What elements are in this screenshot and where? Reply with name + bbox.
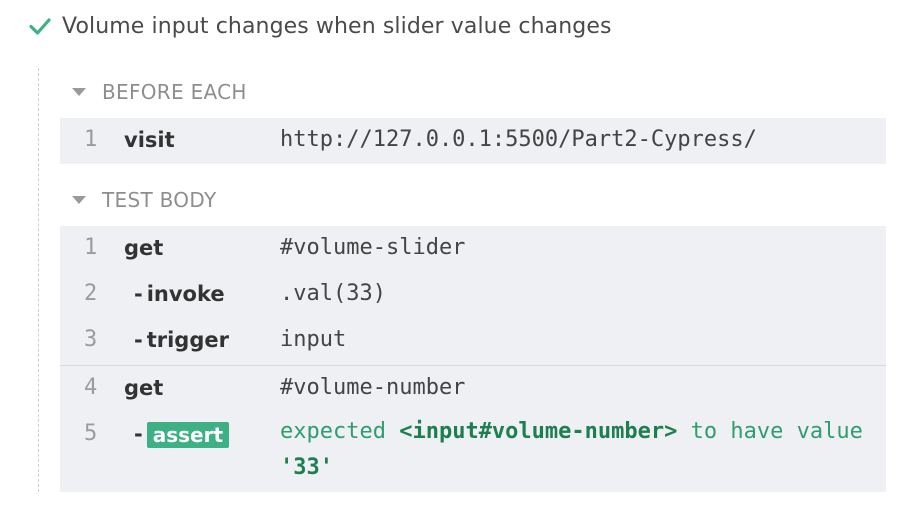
command-row[interactable]: 4 get #volume-number (60, 368, 886, 408)
command-method: - trigger (134, 320, 229, 360)
before-each-commands: 1 visit http://127.0.0.1:5500/Part2-Cypr… (60, 118, 886, 164)
assert-value-word: value (796, 419, 863, 444)
command-number: 1 (84, 127, 98, 152)
command-message: http://127.0.0.1:5500/Part2-Cypress/ (280, 127, 757, 152)
section-label: TEST BODY (102, 188, 217, 212)
check-icon (29, 18, 51, 35)
assert-expected-word: expected (280, 419, 386, 444)
section-header-test-body[interactable]: TEST BODY (72, 186, 216, 214)
command-method-label: invoke (146, 282, 225, 306)
caret-down-icon (72, 88, 86, 96)
command-row[interactable]: 3 - trigger input (60, 320, 886, 360)
command-number: 5 (84, 421, 98, 446)
command-method: get (124, 236, 164, 260)
command-number: 4 (84, 375, 98, 400)
command-row-assert[interactable]: 5 - assert expected <input#volume-number>… (60, 414, 886, 488)
command-row[interactable]: 1 get #volume-slider (60, 228, 886, 268)
command-message: input (280, 327, 347, 352)
command-method: get (124, 376, 164, 400)
assert-message: expected <input#volume-number> to have v… (280, 414, 870, 486)
tree-guide-line (38, 68, 39, 492)
command-group-divider (60, 365, 886, 366)
command-method: visit (124, 128, 175, 152)
test-body-commands: 1 get #volume-slider 2 - invoke .val(33) … (60, 226, 886, 492)
section-header-before-each[interactable]: BEFORE EACH (72, 78, 247, 106)
command-message: #volume-number (280, 375, 466, 400)
command-number: 2 (84, 281, 98, 306)
command-method-label: trigger (146, 328, 229, 352)
caret-down-icon (72, 196, 86, 204)
assert-value: '33' (280, 455, 333, 480)
command-message: .val(33) (280, 281, 386, 306)
command-row[interactable]: 2 - invoke .val(33) (60, 274, 886, 314)
command-method: - invoke (134, 274, 225, 314)
command-row[interactable]: 1 visit http://127.0.0.1:5500/Part2-Cypr… (60, 120, 886, 160)
assert-subject: <input#volume-number> (399, 419, 678, 444)
test-title-row[interactable]: Volume input changes when slider value c… (28, 10, 612, 42)
child-dash: - (134, 282, 143, 306)
child-dash: - (134, 422, 143, 446)
command-method: - assert (134, 414, 230, 454)
command-number: 1 (84, 235, 98, 260)
section-label: BEFORE EACH (102, 80, 247, 104)
command-message: #volume-slider (280, 235, 466, 260)
test-title: Volume input changes when slider value c… (62, 13, 612, 39)
assert-badge: assert (146, 422, 230, 448)
child-dash: - (134, 328, 143, 352)
assert-to-have: to have (690, 419, 784, 444)
command-number: 3 (84, 327, 98, 352)
